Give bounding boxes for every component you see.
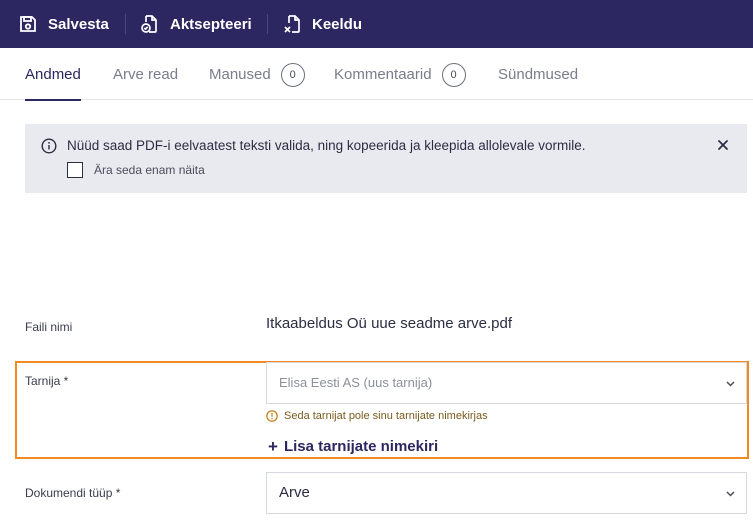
chevron-down-icon xyxy=(726,491,735,497)
tab-count-badge: 0 xyxy=(280,62,305,87)
tab-label: Sündmused xyxy=(498,66,579,83)
warning-icon xyxy=(266,410,278,422)
doc-type-select[interactable]: Arve xyxy=(266,472,747,514)
tab-bar: Andmed Arve read Manused 0 Kommentaarid … xyxy=(0,49,753,101)
supplier-warning-text: Seda tarnijat pole sinu tarnijate nimeki… xyxy=(284,410,488,422)
banner-message: Nüüd saad PDF-i eelvaatest teksti valida… xyxy=(67,138,586,153)
chevron-down-icon xyxy=(726,381,735,387)
supplier-label: Tarnija * xyxy=(25,374,69,388)
save-button-label: Salvesta xyxy=(48,15,109,33)
tab-label: Manused xyxy=(209,66,271,83)
supplier-select-value: Elisa Eesti AS (uus tarnija) xyxy=(279,375,433,390)
tab-label: Kommentaarid xyxy=(334,66,432,83)
add-supplier-list-label: Lisa tarnijate nimekiri xyxy=(283,438,439,455)
tab-arve-read[interactable]: Arve read xyxy=(113,49,178,100)
tab-label: Arve read xyxy=(113,66,179,83)
doc-type-select-value: Arve xyxy=(279,484,310,501)
doc-type-label: Dokumendi tüüp * xyxy=(25,486,121,500)
document-reject-icon xyxy=(281,13,303,35)
toolbar-divider xyxy=(125,14,126,34)
toolbar-divider xyxy=(267,14,268,34)
info-banner: Nüüd saad PDF-i eelvaatest teksti valida… xyxy=(25,124,747,193)
tab-manused[interactable]: Manused 0 xyxy=(209,49,305,100)
close-icon[interactable] xyxy=(716,138,730,152)
file-name-value: Itkaabeldus Oü uue seadme arve.pdf xyxy=(266,315,512,332)
tab-label: Andmed xyxy=(25,66,81,83)
info-icon xyxy=(41,138,57,154)
dont-show-label[interactable]: Ära seda enam näita xyxy=(94,163,205,177)
tab-count-badge: 0 xyxy=(441,62,466,87)
file-name-label: Faili nimi xyxy=(25,320,73,334)
supplier-warning: Seda tarnijat pole sinu tarnijate nimeki… xyxy=(266,410,488,422)
save-icon xyxy=(17,13,39,35)
supplier-select[interactable]: Elisa Eesti AS (uus tarnija) xyxy=(266,362,747,404)
save-button[interactable]: Salvesta xyxy=(17,0,109,48)
tab-sundmused[interactable]: Sündmused xyxy=(498,49,578,100)
dont-show-checkbox[interactable] xyxy=(67,162,83,178)
tab-kommentaarid[interactable]: Kommentaarid 0 xyxy=(334,49,466,100)
accept-button[interactable]: Aktsepteeri xyxy=(139,0,252,48)
plus-icon: + xyxy=(268,437,278,456)
accept-button-label: Aktsepteeri xyxy=(170,15,252,33)
tab-andmed[interactable]: Andmed xyxy=(25,49,81,101)
toolbar: Salvesta Aktsepteeri Keeldu xyxy=(0,0,753,48)
reject-button-label: Keeldu xyxy=(312,15,363,33)
document-accept-icon xyxy=(139,13,161,35)
add-supplier-list-link[interactable]: + Lisa tarnijate nimekiri xyxy=(268,438,438,455)
reject-button[interactable]: Keeldu xyxy=(281,0,362,48)
